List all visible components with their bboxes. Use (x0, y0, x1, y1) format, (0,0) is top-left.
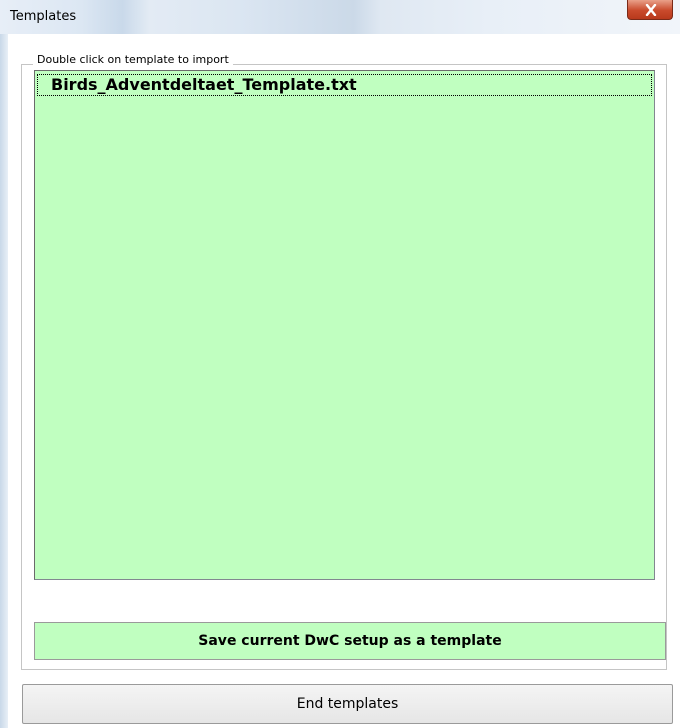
close-icon (645, 4, 657, 16)
list-item[interactable]: Birds_Adventdeltaet_Template.txt (37, 74, 652, 96)
window-title: Templates (10, 9, 77, 24)
save-template-button[interactable]: Save current DwC setup as a template (34, 622, 666, 660)
close-button[interactable] (627, 0, 673, 20)
group-label: Double click on template to import (33, 52, 233, 68)
templates-listbox[interactable]: Birds_Adventdeltaet_Template.txt (34, 70, 655, 580)
end-templates-button[interactable]: End templates (22, 684, 673, 724)
title-bar[interactable]: Templates (0, 0, 680, 35)
window-border (0, 34, 8, 728)
